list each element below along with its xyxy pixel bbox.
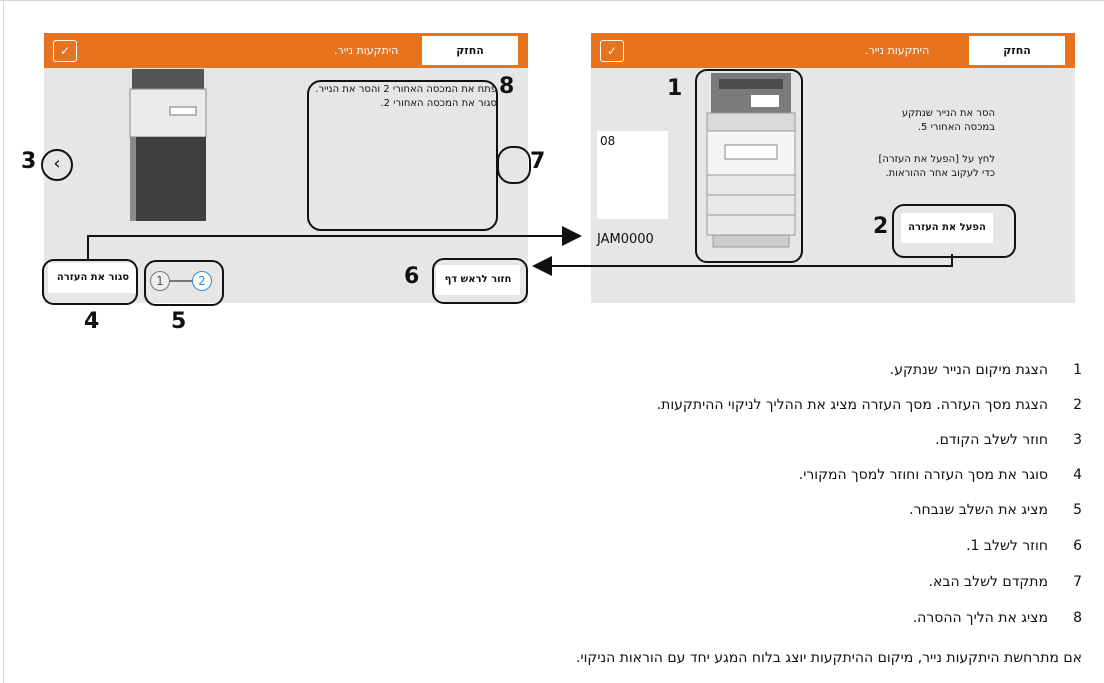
legend-item-8: 8מציג את הליך ההסרה. (912, 610, 1082, 626)
legend-item-1: 1הצגת מיקום הנייר שנתקע. (889, 362, 1082, 378)
legend-item-2: 2הצגת מסך העזרה. מסך העזרה מציג את ההליך… (656, 397, 1082, 413)
legend-item-5: 5מציג את השלב שנבחר. (909, 502, 1082, 518)
legend-item-3: 3חוזר לשלב הקודם. (935, 432, 1082, 448)
legend-item-6: 6חוזר לשלב 1. (966, 538, 1082, 554)
legend-item-4: 4סוגר את מסך העזרה וחוזר למסך המקורי. (798, 467, 1082, 483)
footer-note: אם מתרחשת היתקעות נייר, מיקום ההיתקעות י… (576, 650, 1082, 666)
legend-item-7: 7מתקדם לשלב הבא. (928, 574, 1082, 590)
arrow-back-to-jam-screen (532, 254, 953, 276)
flow-arrows (87, 226, 953, 276)
arrow-to-help-screen (87, 226, 582, 259)
